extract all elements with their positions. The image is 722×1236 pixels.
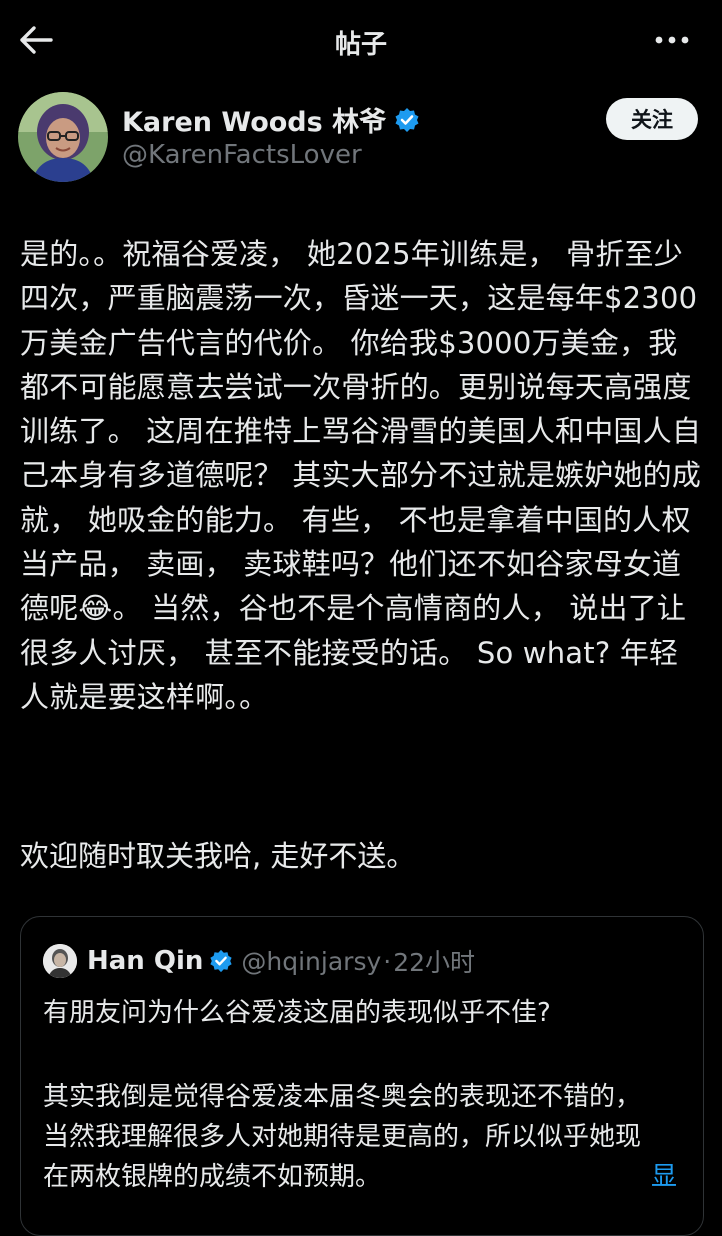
avatar-portrait-icon bbox=[43, 944, 77, 978]
more-horizontal-icon bbox=[655, 36, 689, 44]
verified-badge-icon bbox=[209, 949, 233, 973]
quoted-author-handle[interactable]: @hqinjarsy bbox=[241, 947, 381, 976]
follow-button[interactable]: 关注 bbox=[606, 98, 698, 140]
more-button[interactable] bbox=[650, 20, 694, 60]
quoted-post-body: 其实我倒是觉得谷爱凌本届冬奥会的表现还不错的，当然我理解很多人对她期待是更高的，… bbox=[43, 1082, 642, 1192]
top-bar: 帖子 bbox=[0, 0, 722, 84]
quoted-post-card[interactable]: Han Qin @hqinjarsy · 22小时 有朋友问为什么谷爱凌这届的表… bbox=[20, 916, 704, 1236]
meta-separator: · bbox=[383, 946, 392, 976]
author-row: Karen Woods 林爷 @KarenFactsLover 关注 bbox=[0, 88, 722, 188]
avatar-portrait-icon bbox=[18, 92, 108, 182]
show-more-link[interactable]: 显 bbox=[651, 1157, 677, 1197]
author-name[interactable]: Karen Woods 林爷 bbox=[122, 100, 386, 139]
quoted-post-time[interactable]: 22小时 bbox=[393, 943, 475, 979]
quoted-author-name[interactable]: Han Qin bbox=[87, 946, 203, 976]
quoted-author-avatar[interactable] bbox=[43, 944, 77, 978]
post-body-text: 是的。。祝福谷爱凌， 她2025年训练是， 骨折至少四次，严重脑震荡一次，昏迷一… bbox=[20, 237, 702, 714]
verified-badge-icon bbox=[394, 107, 420, 133]
page-title: 帖子 bbox=[334, 30, 387, 60]
post-footer-text: 欢迎随时取关我哈, 走好不送。 bbox=[20, 839, 416, 873]
quoted-post-header: Han Qin @hqinjarsy · 22小时 bbox=[43, 943, 475, 979]
author-avatar[interactable] bbox=[18, 92, 108, 182]
author-name-line: Karen Woods 林爷 bbox=[122, 100, 420, 139]
author-handle[interactable]: @KarenFactsLover bbox=[122, 140, 362, 170]
quoted-post-first-line: 有朋友问为什么谷爱凌这届的表现似乎不佳? bbox=[43, 998, 551, 1028]
